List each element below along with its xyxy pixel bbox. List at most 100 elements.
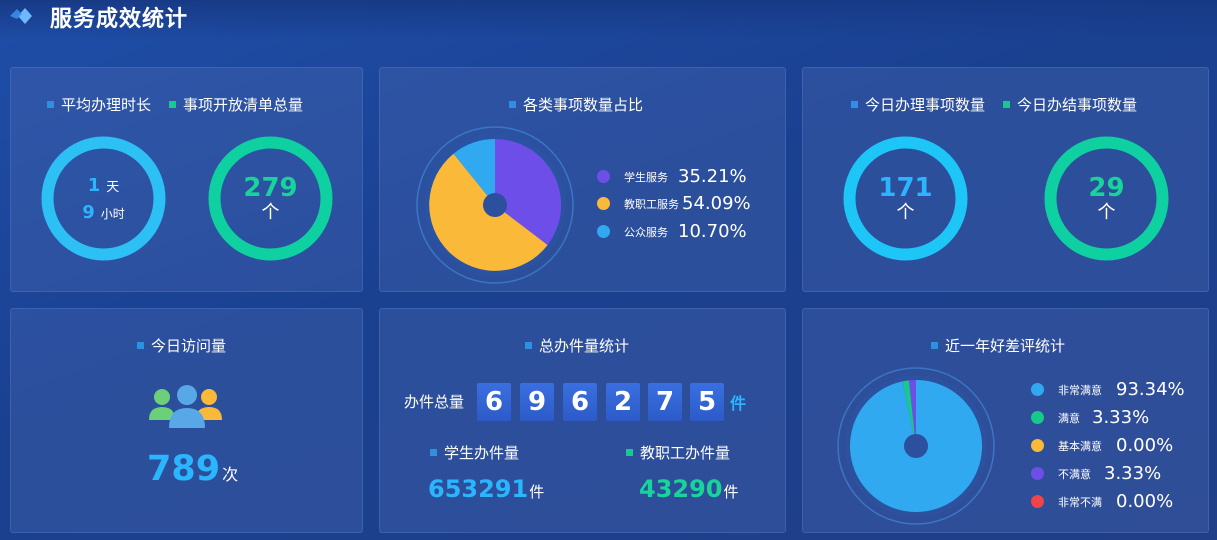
rating-legend-item: 不满意 3.33% [1031,463,1161,484]
rating-title-text: 近一年好差评统计 [945,337,1066,355]
duration-ring: 1 天 9 小时 [40,135,167,262]
items-ring: 279 个 [207,135,334,262]
legend-label: 学生服务 [624,170,668,184]
legend-label: 不满意 [1058,467,1091,481]
duration-legend: 平均办理时长 事项开放清单总量 [47,94,303,115]
finished-unit: 个 [1097,201,1116,223]
legend-dot-icon [1031,439,1044,452]
ratio-panel: 各类事项数量占比 学生服务 35.21% 教职工服务 54.09% 公众服务 1… [379,67,786,292]
rating-legend-item: 满意 3.33% [1031,407,1149,428]
legend-value: 93.34% [1116,379,1185,400]
days-unit: 天 [106,179,120,195]
finished-ring: 29 个 [1043,135,1170,262]
total-unit: 件 [730,394,747,413]
ratio-legend-item: 学生服务 35.21% [597,166,747,187]
hours-value: 9 [82,201,95,223]
handled-ring: 171 个 [842,135,969,262]
total-digit: 2 [606,383,640,421]
handled-unit: 个 [896,201,915,223]
legend-label: 满意 [1058,411,1080,425]
legend-value: 3.33% [1092,407,1150,428]
legend-square-icon [851,101,858,108]
legend-square-icon [626,449,633,456]
legend-label: 非常不满 [1058,495,1102,509]
rating-panel: 近一年好差评统计 非常满意 93.34% 满意 3.33% 基本满意 0.00%… [802,308,1209,533]
title-square-icon [509,101,516,108]
rating-legend-item: 非常满意 93.34% [1031,379,1185,400]
legend-today-finished: 今日办结事项数量 [1017,96,1138,114]
title-square-icon [137,342,144,349]
legend-label: 公众服务 [624,225,668,239]
total-title-text: 总办件量统计 [539,337,630,355]
legend-dot-icon [597,225,610,238]
student-label-row: 学生办件量 [430,442,519,463]
legend-label: 基本满意 [1058,439,1102,453]
visits-unit: 次 [222,465,239,484]
visits-panel: 今日访问量 789 次 [10,308,363,533]
visits-title: 今日访问量 [137,335,226,356]
ratio-legend-item: 公众服务 10.70% [597,221,747,242]
legend-dot-icon [1031,495,1044,508]
staff-label-row: 教职工办件量 [626,442,730,463]
visits-title-text: 今日访问量 [151,337,227,355]
visits-value: 789 [147,449,221,489]
total-digit: 7 [648,383,682,421]
rating-title: 近一年好差评统计 [931,335,1065,356]
rating-pie-chart [837,367,995,525]
items-value: 279 [243,172,298,203]
total-title: 总办件量统计 [525,335,629,356]
student-label: 学生办件量 [444,444,520,462]
legend-value: 35.21% [678,166,747,187]
days-value: 1 [87,174,101,196]
legend-value: 3.33% [1104,463,1162,484]
users-icon [149,385,222,428]
hours-unit: 小时 [100,206,125,221]
legend-dot-icon [1031,411,1044,424]
rating-legend-item: 非常不满 0.00% [1031,491,1173,512]
total-digit: 9 [520,383,554,421]
legend-label: 非常满意 [1058,383,1102,397]
legend-value: 0.00% [1116,491,1174,512]
legend-dot-icon [1031,467,1044,480]
title-square-icon [525,342,532,349]
total-panel: 总办件量统计 办件总量 6 9 6 2 7 5 件 学生办件量 653291 件… [379,308,786,533]
rating-legend-item: 基本满意 0.00% [1031,435,1173,456]
staff-label: 教职工办件量 [640,444,731,462]
today-legend: 今日办理事项数量 今日办结事项数量 [851,94,1137,115]
legend-dot-icon [597,197,610,210]
ratio-pie-chart [416,126,574,284]
ratio-title-text: 各类事项数量占比 [523,96,644,114]
total-digit: 5 [690,383,724,421]
student-unit: 件 [529,483,545,501]
legend-avg-duration: 平均办理时长 [61,96,152,114]
legend-dot-icon [597,170,610,183]
legend-dot-icon [1031,383,1044,396]
total-digit: 6 [477,383,511,421]
handled-value: 171 [878,172,933,203]
ratio-legend-item: 教职工服务 54.09% [597,193,751,214]
legend-value: 10.70% [678,221,747,242]
legend-square-icon [430,449,437,456]
diamond-logo-icon [10,8,32,24]
legend-value: 54.09% [682,193,751,214]
items-unit: 个 [261,201,280,223]
legend-item-total: 事项开放清单总量 [183,96,304,114]
title-square-icon [931,342,938,349]
ratio-title: 各类事项数量占比 [509,94,643,115]
duration-panel: 平均办理时长 事项开放清单总量 1 天 9 小时 279 个 [10,67,363,292]
total-digit: 6 [563,383,597,421]
staff-unit: 件 [723,483,739,501]
student-value: 653291 [428,475,529,503]
page-title: 服务成效统计 [50,7,189,32]
legend-today-handled: 今日办理事项数量 [865,96,986,114]
total-label: 办件总量 [404,393,465,411]
legend-square-icon [1003,101,1011,108]
today-panel: 今日办理事项数量 今日办结事项数量 171 个 29 个 [802,67,1209,292]
legend-square-icon [47,101,54,108]
page-header: 服务成效统计 [0,0,1217,40]
legend-label: 教职工服务 [624,197,679,211]
staff-value: 43290 [639,475,723,503]
finished-value: 29 [1088,172,1125,203]
legend-square-icon [169,101,177,108]
legend-value: 0.00% [1116,435,1174,456]
